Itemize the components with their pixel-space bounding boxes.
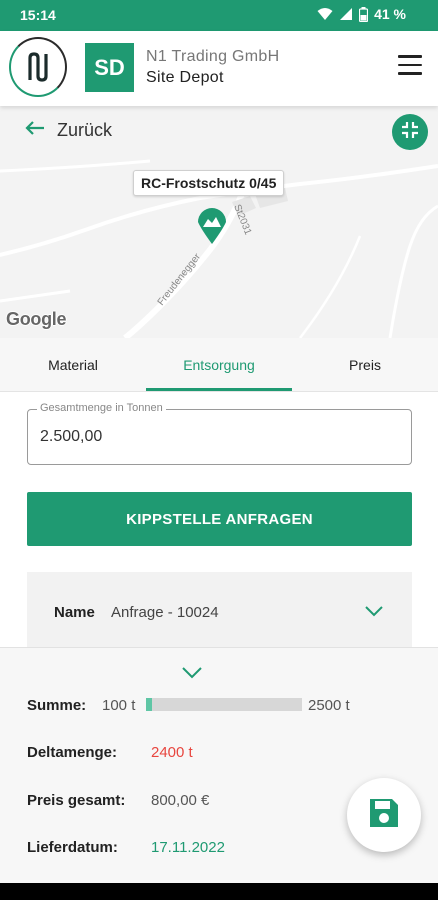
request-dump-site-button[interactable]: KIPPSTELLE ANFRAGEN [27, 492, 412, 546]
wifi-icon [317, 7, 333, 21]
collapse-icon [401, 121, 419, 144]
price-label: Preis gesamt: [27, 792, 126, 809]
price-value: 800,00 € [151, 792, 210, 809]
request-accordion[interactable]: Name Anfrage - 10024 [27, 572, 412, 650]
sum-progress-fill [146, 698, 153, 711]
signal-icon [339, 7, 353, 21]
sum-label: Summe: [27, 697, 87, 714]
quantity-label: Gesamtmenge in Tonnen [37, 402, 166, 414]
app-bar: SD N1 Trading GmbH Site Depot [0, 31, 438, 106]
tab-material[interactable]: Material [0, 338, 146, 392]
back-button[interactable]: Zurück [25, 120, 112, 141]
sum-min: 100 t [102, 697, 136, 714]
delta-label: Deltamenge: [27, 744, 118, 761]
save-button[interactable] [347, 778, 421, 852]
google-attribution: Google [6, 309, 67, 329]
quantity-field[interactable]: Gesamtmenge in Tonnen 2.500,00 [27, 402, 412, 465]
avatar[interactable]: SD [85, 43, 134, 92]
menu-icon[interactable] [398, 55, 422, 77]
status-bar: 15:14 41 % [0, 0, 438, 31]
quantity-value[interactable]: 2.500,00 [40, 428, 102, 446]
company-name: N1 Trading GmbH [146, 48, 280, 65]
save-icon [367, 796, 401, 835]
tab-indicator [146, 388, 292, 391]
accordion-value: Anfrage - 10024 [111, 604, 219, 621]
tab-entsorgung[interactable]: Entsorgung [146, 338, 292, 392]
chevron-down-icon[interactable] [181, 666, 203, 685]
battery-icon [359, 6, 369, 22]
tab-bar: Material Entsorgung Preis [0, 338, 438, 392]
accordion-key: Name [54, 604, 95, 621]
company-logo-icon [9, 37, 67, 97]
arrow-left-icon [25, 120, 45, 141]
collapse-map-button[interactable] [392, 114, 428, 150]
depot-name: Site Depot [146, 69, 224, 86]
delivery-date-value: 17.11.2022 [151, 839, 225, 856]
status-time: 15:14 [20, 7, 56, 23]
marker-label[interactable]: RC-Frostschutz 0/45 [133, 170, 285, 196]
battery-percent: 41 % [374, 6, 406, 22]
back-label: Zurück [57, 120, 113, 140]
chevron-down-icon[interactable] [364, 604, 384, 622]
map-view[interactable]: Freudenegger St2031 Zurück RC-Frostschut… [0, 106, 438, 338]
sum-progress-bar [146, 698, 302, 711]
delta-value: 2400 t [151, 744, 193, 761]
map-marker-icon[interactable] [196, 205, 228, 250]
system-navigation-bar [0, 883, 438, 900]
sum-max: 2500 t [308, 697, 350, 714]
tab-preis[interactable]: Preis [292, 338, 438, 392]
street-label-1: Freudenegger [156, 251, 204, 308]
delivery-date-label: Lieferdatum: [27, 839, 118, 856]
